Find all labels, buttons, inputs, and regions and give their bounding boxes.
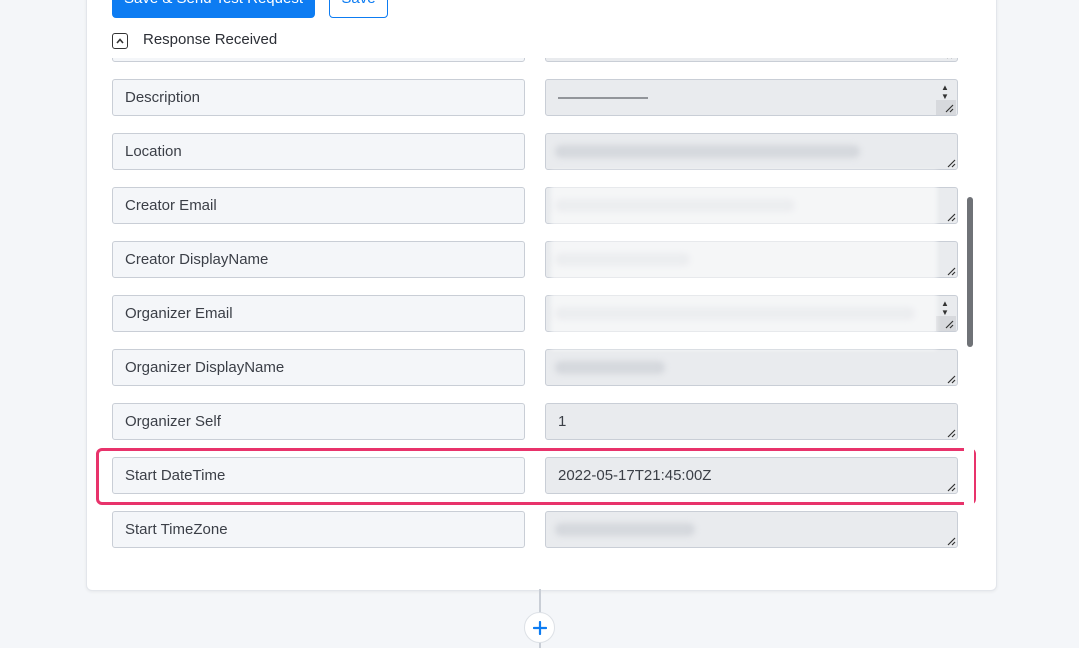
resize-handle-icon[interactable] [946,212,956,222]
resize-handle-icon[interactable] [945,58,955,59]
field-label-location: Location [112,133,525,170]
plus-icon [532,620,547,635]
save-button[interactable]: Save [329,0,388,18]
resize-handle-icon[interactable] [944,103,954,113]
redacted-value [555,145,860,158]
field-value-partial[interactable] [545,58,958,62]
redaction-overlay [551,170,937,350]
field-label-organizer-email: Organizer Email [112,295,525,332]
highlight-start-datetime [96,448,976,505]
organizer-email-spinner[interactable]: ▲ ▼ [936,296,956,331]
field-value-organizer-self[interactable]: 1 [545,403,958,440]
resize-handle-icon[interactable] [946,266,956,276]
field-label-creator-displayname: Creator DisplayName [112,241,525,278]
description-spinner[interactable]: ▲ ▼ [936,80,956,115]
field-label-partial [112,58,525,62]
field-label-organizer-displayname: Organizer DisplayName [112,349,525,386]
resize-handle-icon[interactable] [946,536,956,546]
field-label-creator-email: Creator Email [112,187,525,224]
add-step-button[interactable] [524,612,555,643]
field-label-organizer-self: Organizer Self [112,403,525,440]
scrollbar-thumb[interactable] [967,197,973,347]
collapse-toggle[interactable] [112,33,128,49]
section-title: Response Received [143,31,278,48]
resize-handle-icon[interactable] [946,428,956,438]
chevron-up-icon [116,38,124,44]
spin-up-icon[interactable]: ▲ [941,299,949,308]
page: Save & Send Test Request Save Response R… [0,0,1079,648]
resize-handle-icon[interactable] [946,158,956,168]
save-and-send-test-request-button[interactable]: Save & Send Test Request [112,0,315,18]
redacted-value [555,361,665,374]
field-label-start-timezone: Start TimeZone [112,511,525,548]
resize-handle-icon[interactable] [944,319,954,329]
redacted-value [555,523,695,536]
field-label-description: Description [112,79,525,116]
spin-up-icon[interactable]: ▲ [941,83,949,92]
resize-handle-icon[interactable] [946,374,956,384]
field-value-description[interactable]: —————— [545,79,958,116]
